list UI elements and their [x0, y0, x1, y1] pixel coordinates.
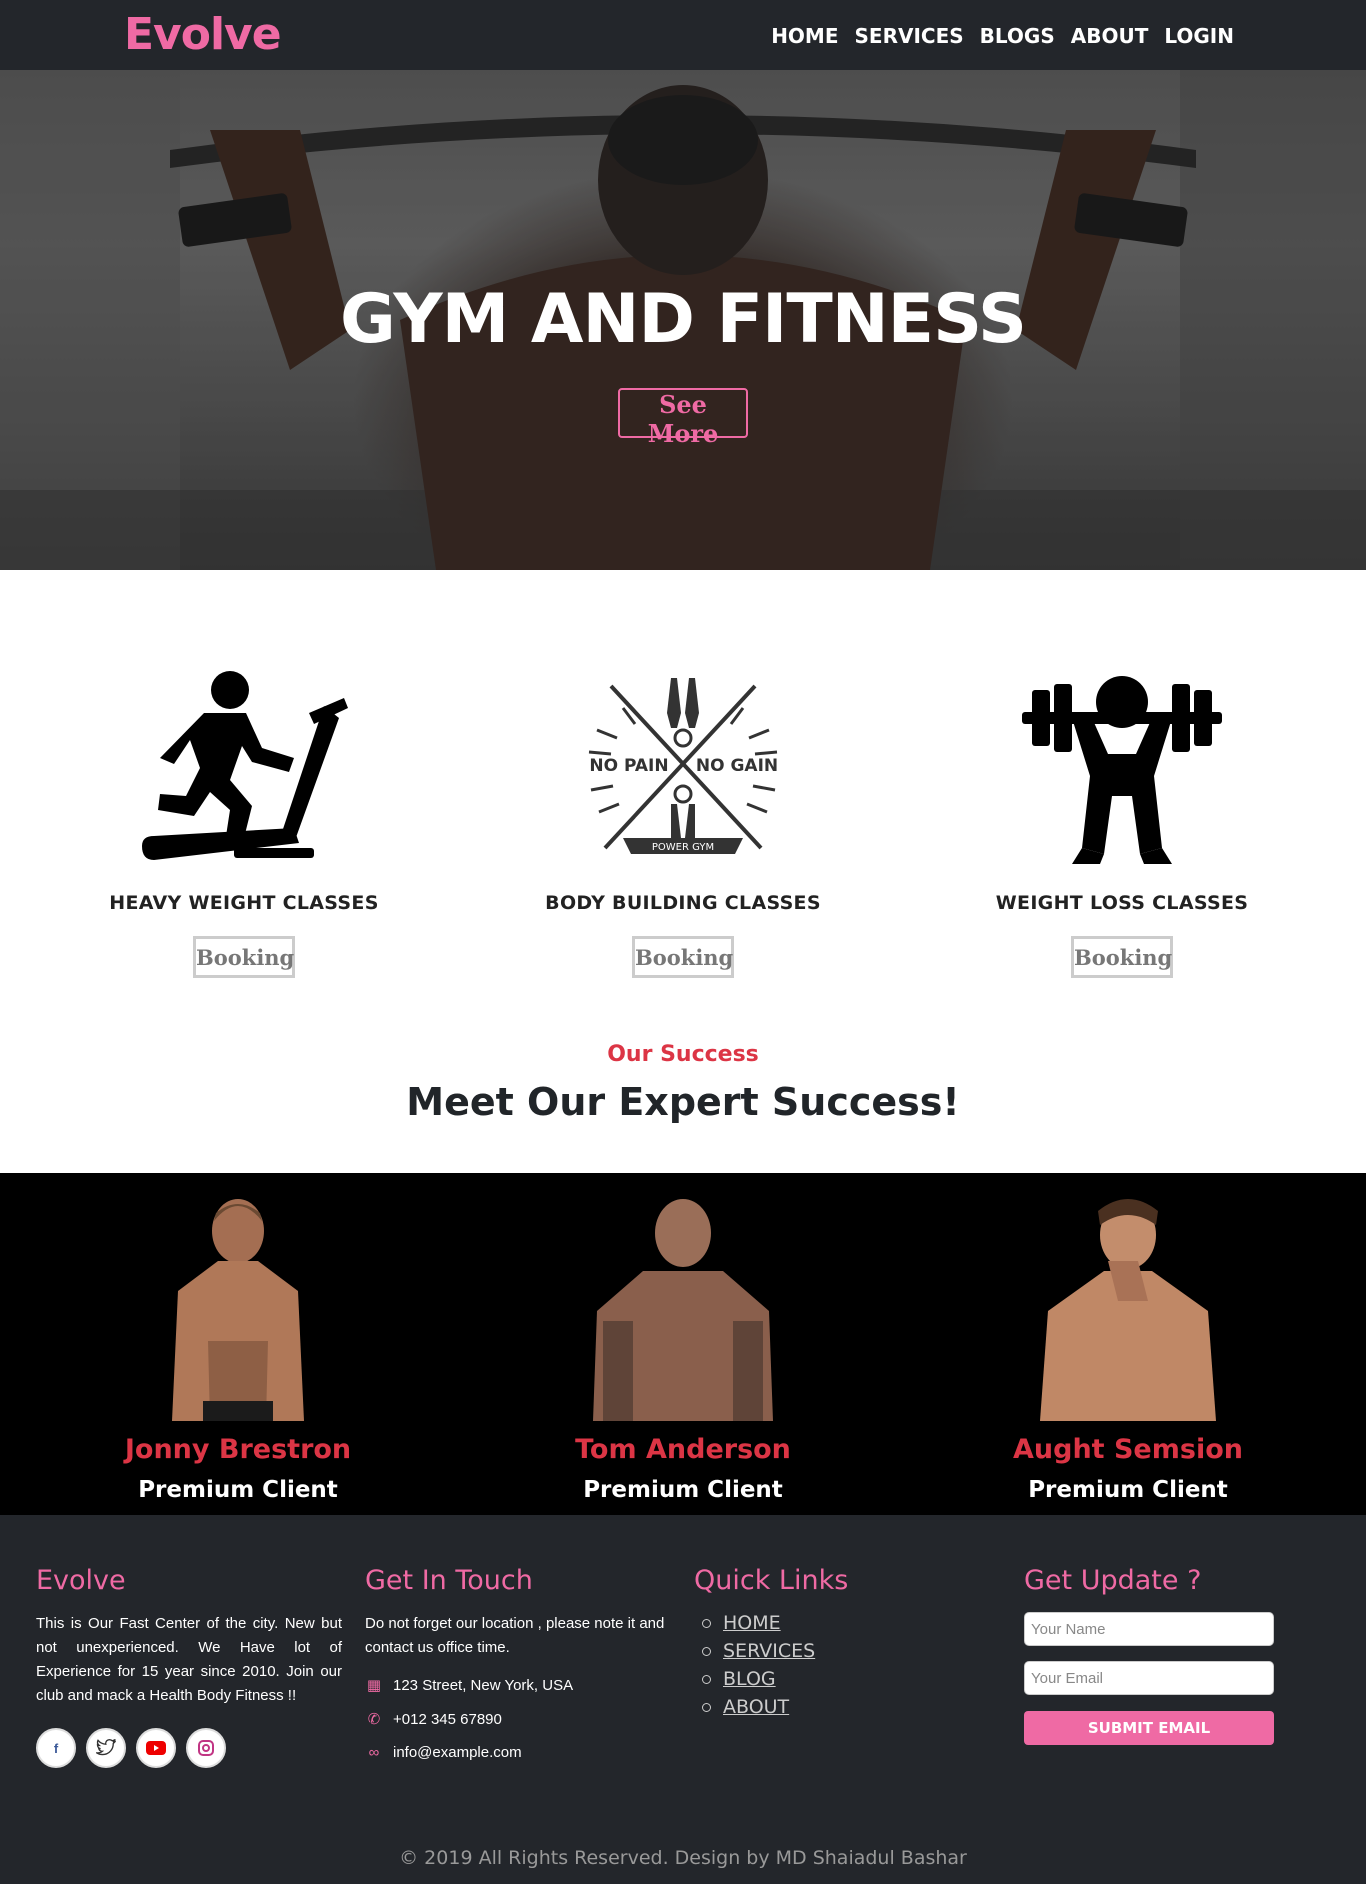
footer-update-title: Get Update ?: [1024, 1565, 1202, 1596]
brand-logo[interactable]: Evolve: [124, 9, 282, 60]
client-role: Premium Client: [138, 1477, 338, 1503]
submit-email-button[interactable]: SUBMIT EMAIL: [1024, 1711, 1274, 1745]
footer: Evolve This is Our Fast Center of the ci…: [0, 1515, 1366, 1884]
clients-section: Jonny Brestron Premium Client Tom Anders…: [0, 1173, 1366, 1515]
footer-contact: Get In Touch Do not forget our location …: [365, 1565, 665, 1761]
contact-phone: ✆ +012 345 67890: [365, 1710, 665, 1729]
quick-link-item: SERVICES: [694, 1640, 848, 1662]
class-title: HEAVY WEIGHT CLASSES: [109, 892, 379, 914]
instagram-icon[interactable]: [186, 1728, 226, 1768]
nav-about[interactable]: ABOUT: [1071, 24, 1149, 48]
see-more-button[interactable]: See More: [618, 388, 748, 448]
footer-quick-links: Quick Links HOME SERVICES BLOG ABOUT: [694, 1565, 848, 1724]
client-role: Premium Client: [1028, 1477, 1228, 1503]
building-icon: ▦: [366, 1677, 382, 1694]
quick-links-list: HOME SERVICES BLOG ABOUT: [694, 1612, 848, 1718]
top-navbar: Evolve HOME SERVICES BLOGS ABOUT LOGIN: [0, 0, 1366, 70]
quick-link-home[interactable]: HOME: [723, 1612, 781, 1634]
section-title: Meet Our Expert Success!: [406, 1080, 960, 1124]
voicemail-icon: ∞: [368, 1744, 380, 1761]
client-name: Aught Semsion: [1013, 1434, 1243, 1465]
nav-services[interactable]: SERVICES: [855, 24, 964, 48]
twitter-icon[interactable]: [86, 1728, 126, 1768]
footer-contact-title: Get In Touch: [365, 1565, 533, 1596]
quick-link-item: HOME: [694, 1612, 848, 1634]
hero-title: GYM AND FITNESS: [340, 280, 1027, 359]
client-name: Tom Anderson: [575, 1434, 791, 1465]
circle-bullet-icon: [702, 1702, 711, 1712]
client-name: Jonny Brestron: [124, 1434, 352, 1465]
badge-right-text: NO GAIN: [696, 756, 778, 776]
nav-blogs[interactable]: BLOGS: [980, 24, 1055, 48]
nav-login[interactable]: LOGIN: [1164, 24, 1234, 48]
footer-about-text: This is Our Fast Center of the city. New…: [36, 1615, 342, 1704]
booking-button[interactable]: Booking: [1071, 936, 1173, 978]
contact-email: ∞ info@example.com: [365, 1744, 665, 1761]
circle-bullet-icon: [702, 1646, 711, 1656]
client-role: Premium Client: [583, 1477, 783, 1503]
class-card-body-building: NO PAIN NO GAIN POWER GYM BODY BUILDING …: [533, 668, 833, 978]
class-card-heavy-weight: HEAVY WEIGHT CLASSES Booking: [94, 668, 394, 978]
facebook-icon[interactable]: f: [36, 1728, 76, 1768]
circle-bullet-icon: [702, 1618, 711, 1628]
name-input[interactable]: [1024, 1612, 1274, 1646]
copyright-text: © 2019 All Rights Reserved. Design by MD…: [399, 1847, 967, 1869]
badge-left-text: NO PAIN: [589, 756, 668, 776]
client-photo: [1040, 1199, 1216, 1421]
footer-contact-text: Do not forget our location , please note…: [365, 1615, 665, 1656]
circle-bullet-icon: [702, 1674, 711, 1684]
no-pain-no-gain-badge: NO PAIN NO GAIN POWER GYM: [588, 678, 778, 854]
youtube-icon[interactable]: [136, 1728, 176, 1768]
badge-bottom-text: POWER GYM: [652, 842, 714, 853]
hero-banner: GYM AND FITNESS See More: [0, 70, 1366, 570]
client-photo: [172, 1199, 304, 1421]
quick-link-item: BLOG: [694, 1668, 848, 1690]
class-card-weight-loss: WEIGHT LOSS CLASSES Booking: [972, 668, 1272, 978]
class-title: BODY BUILDING CLASSES: [545, 892, 821, 914]
section-eyebrow: Our Success: [607, 1042, 759, 1067]
contact-address: ▦ 123 Street, New York, USA: [366, 1676, 574, 1695]
footer-about-title: Evolve: [36, 1565, 126, 1596]
booking-button[interactable]: Booking: [632, 936, 734, 978]
footer-links-title: Quick Links: [694, 1565, 849, 1596]
nav-home[interactable]: HOME: [771, 24, 838, 48]
client-card: Tom Anderson Premium Client: [533, 1191, 833, 1503]
class-title: WEIGHT LOSS CLASSES: [995, 892, 1249, 914]
email-input[interactable]: [1024, 1661, 1274, 1695]
client-photo: [593, 1199, 773, 1421]
quick-link-about[interactable]: ABOUT: [723, 1696, 789, 1718]
social-links: f: [36, 1728, 342, 1768]
quick-link-item: ABOUT: [694, 1696, 848, 1718]
quick-link-blog[interactable]: BLOG: [723, 1668, 776, 1690]
phone-icon: ✆: [367, 1711, 381, 1728]
footer-about: Evolve This is Our Fast Center of the ci…: [36, 1565, 342, 1768]
footer-newsletter: Get Update ? SUBMIT EMAIL: [1024, 1565, 1274, 1745]
booking-button[interactable]: Booking: [193, 936, 295, 978]
nav-links: HOME SERVICES BLOGS ABOUT LOGIN: [771, 24, 1234, 48]
client-card: Jonny Brestron Premium Client: [88, 1191, 388, 1503]
treadmill-runner-icon: [142, 671, 348, 860]
quick-link-services[interactable]: SERVICES: [723, 1640, 815, 1662]
weightlifter-icon: [1022, 676, 1222, 864]
client-card: Aught Semsion Premium Client: [978, 1191, 1278, 1503]
